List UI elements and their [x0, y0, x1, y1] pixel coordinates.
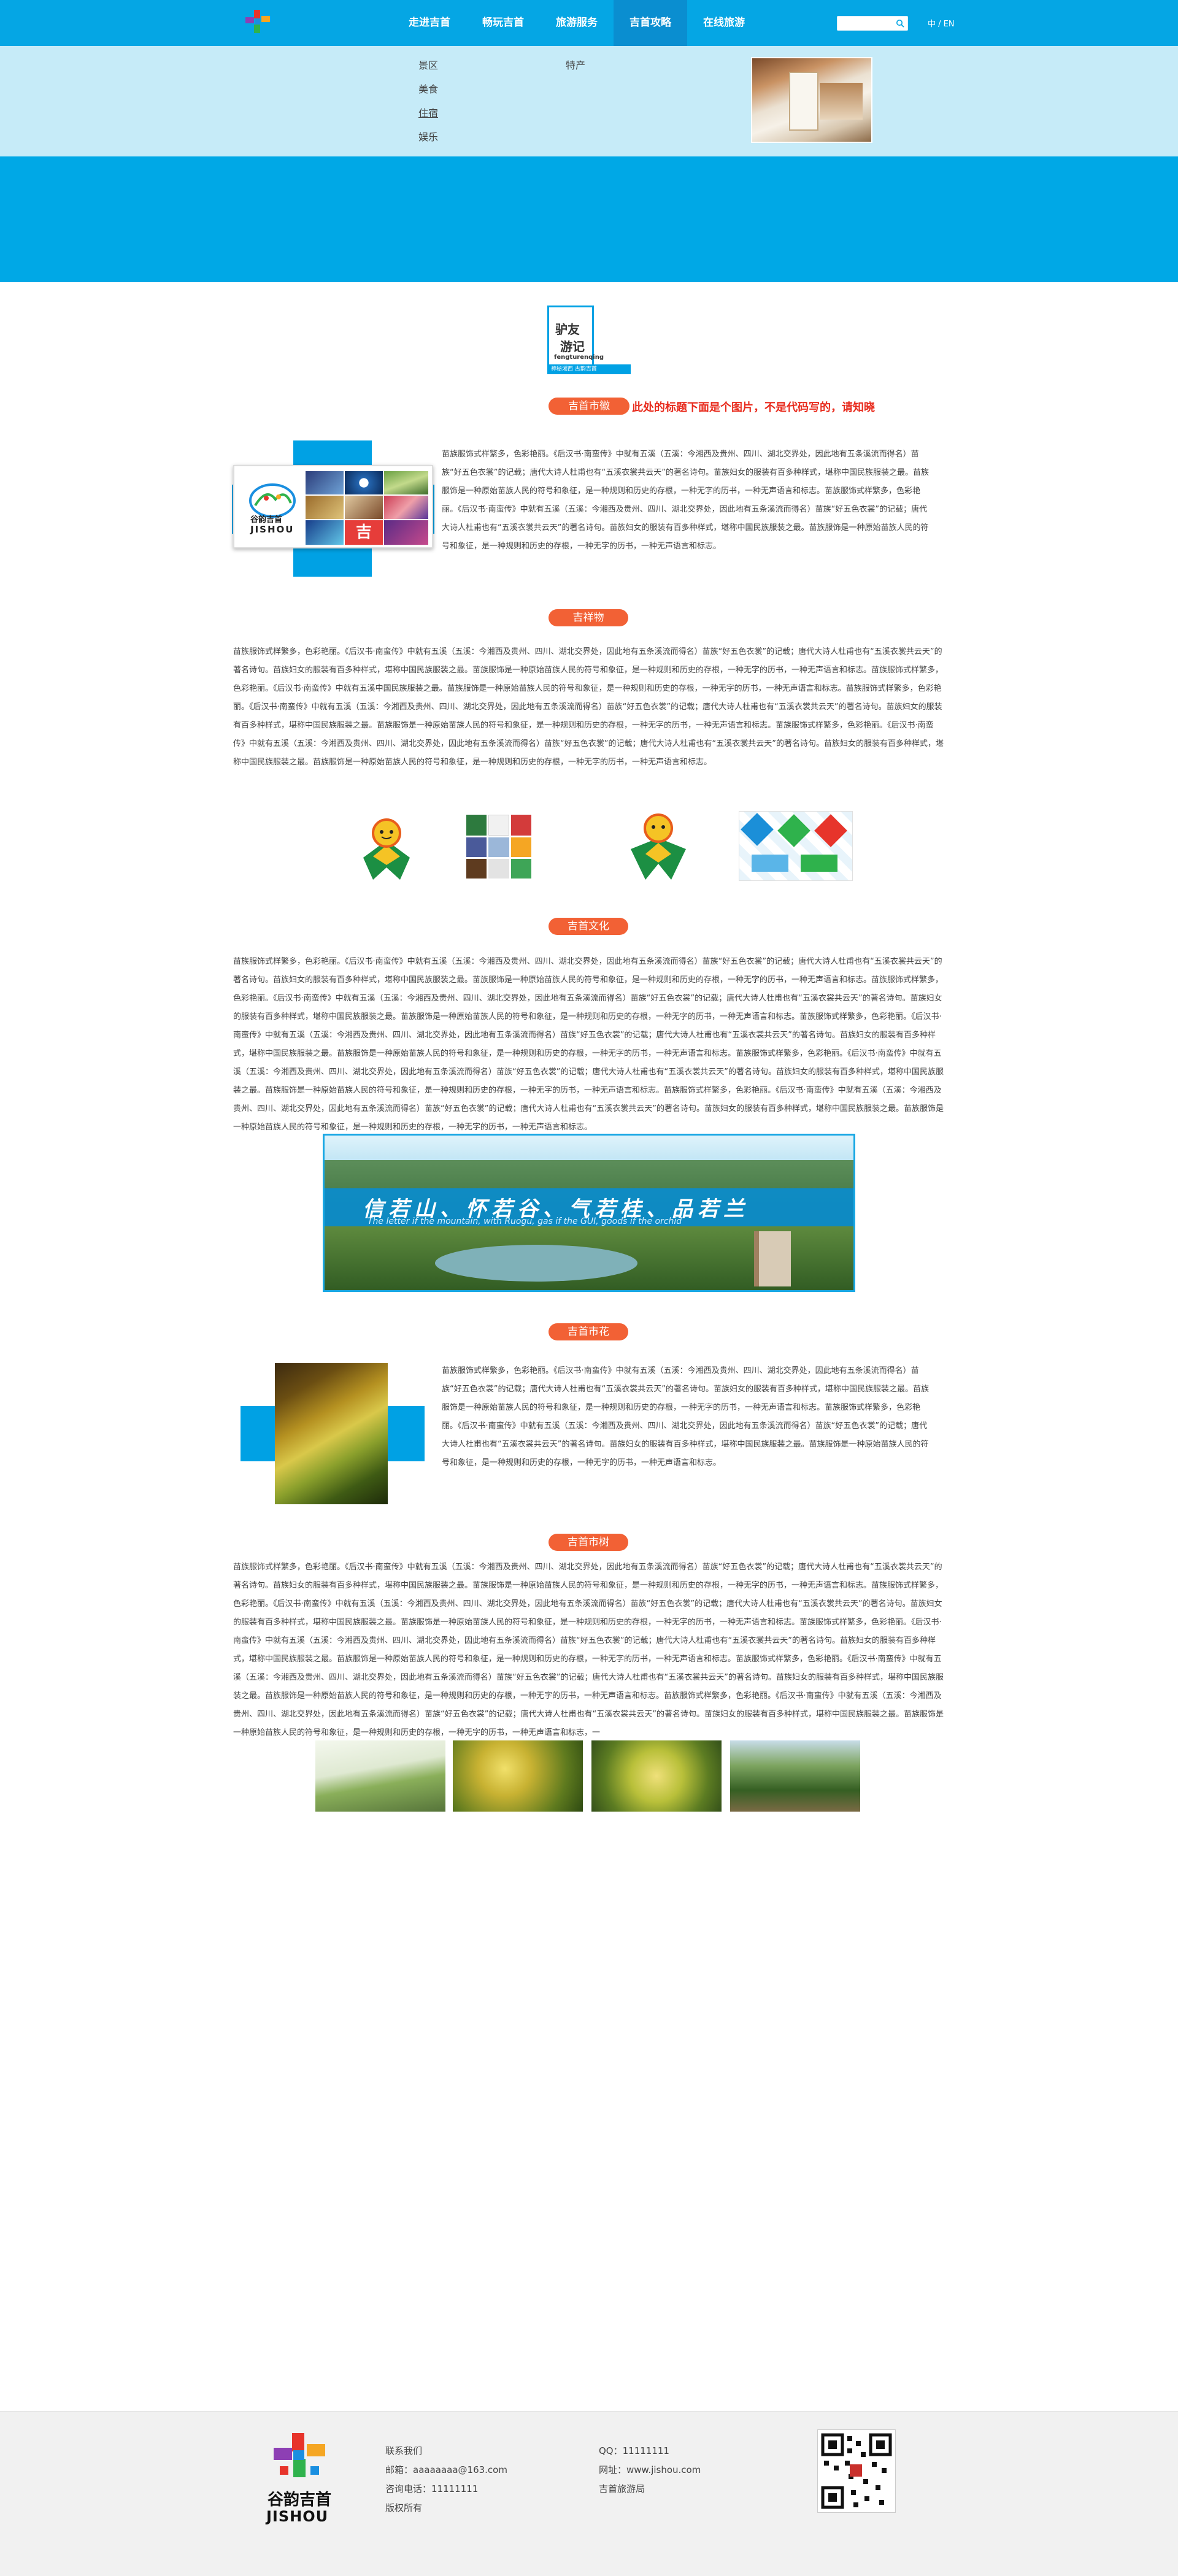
- footer-copyright: 版权所有: [385, 2502, 423, 2513]
- site-logo-icon[interactable]: [243, 7, 272, 37]
- dropdown-item-selected[interactable]: 住宿: [418, 101, 438, 125]
- emblem-tile: [384, 471, 428, 494]
- tree-photo-4[interactable]: [730, 1740, 860, 1812]
- emblem-cn: 谷韵吉首: [250, 515, 283, 525]
- emblem-tile: [306, 471, 344, 494]
- tree-photo-2[interactable]: [453, 1740, 583, 1812]
- badge-line-1: 驴友: [555, 322, 580, 337]
- emblem-tile: [345, 471, 383, 494]
- osmanthus-flower-image: [275, 1363, 388, 1504]
- language-switch[interactable]: 中 / EN: [928, 17, 955, 29]
- banner-slogan-en: The letter if the mountain, with Ruogu, …: [368, 1217, 682, 1226]
- badge-strip: 神秘湘西 古韵吉首: [547, 364, 631, 374]
- footer-contact-left: 联系我们 邮箱：aaaaaaaa@163.com 咨询电话：11111111 版…: [385, 2442, 507, 2518]
- nav-item-1[interactable]: 畅玩吉首: [466, 0, 540, 46]
- mascot-figure-2: [631, 813, 686, 880]
- search-icon[interactable]: [896, 19, 904, 28]
- nav-item-3-active[interactable]: 吉首攻略: [614, 0, 687, 46]
- nav-dropdown-panel: 景区 美食 住宿 娱乐 特产: [0, 46, 1178, 156]
- emblem-tile: [306, 520, 344, 545]
- page-footer: [0, 2411, 1178, 2576]
- footer-phone: 咨询电话：11111111: [385, 2483, 479, 2494]
- footer-logo-cn: 谷韵吉首: [268, 2491, 332, 2509]
- dropdown-item[interactable]: 景区: [418, 53, 438, 77]
- tree-photo-1[interactable]: [315, 1740, 445, 1812]
- main-nav: 走进吉首 畅玩吉首 旅游服务 吉首攻略 在线旅游: [393, 0, 761, 46]
- badge-pinyin: fengturenqing: [554, 354, 604, 361]
- footer-contact-right: QQ：11111111 网址：www.jishou.com 吉首旅游局: [599, 2442, 701, 2499]
- footer-logo-en: JISHOU: [266, 2508, 329, 2525]
- footer-website[interactable]: 网址：www.jishou.com: [599, 2461, 701, 2480]
- culture-banner-image: 信若山、怀若谷、气若桂、品若兰 The letter if the mounta…: [323, 1134, 855, 1292]
- footer-email[interactable]: 邮箱：aaaaaaaa@163.com: [385, 2461, 507, 2480]
- mascot-figure-1: [363, 818, 410, 880]
- section-title-culture: 吉首文化: [549, 918, 628, 935]
- qr-code-pattern: [821, 2433, 892, 2509]
- footer-contact-title: 联系我们: [385, 2445, 423, 2456]
- emblem-tile: [345, 496, 383, 519]
- dropdown-item[interactable]: 特产: [566, 53, 585, 77]
- section-title-tree: 吉首市树: [549, 1534, 628, 1551]
- hotel-room-photo[interactable]: [751, 57, 872, 143]
- top-nav-bar: 走进吉首 畅玩吉首 旅游服务 吉首攻略 在线旅游 中 / EN: [0, 0, 1178, 46]
- badge-line-2: 游记: [560, 339, 585, 354]
- hero-band: [0, 156, 1178, 282]
- culture-paragraph: 苗族服饰式样繁多，色彩艳丽。《后汉书·南蛮传》中就有五溪（五溪：今湘西及贵州、四…: [233, 957, 944, 1132]
- emblem-en: JISHOU: [250, 524, 294, 535]
- emblem-tile: [384, 496, 428, 519]
- section-title-mascot: 吉祥物: [549, 609, 628, 626]
- emblem-paragraph: 苗族服饰式样繁多，色彩艳丽。《后汉书·南蛮传》中就有五溪（五溪：今湘西及贵州、四…: [442, 450, 929, 551]
- mascot-grid-image: [466, 815, 531, 879]
- footer-qq: QQ：11111111: [599, 2445, 669, 2456]
- section-title-emblem: 吉首市徽: [549, 398, 629, 415]
- search-input[interactable]: [837, 16, 908, 31]
- qr-code-icon: [817, 2429, 896, 2513]
- dropdown-column-1: 景区 美食 住宿 娱乐: [418, 53, 438, 149]
- dropdown-item[interactable]: 娱乐: [418, 125, 438, 149]
- nav-item-4[interactable]: 在线旅游: [687, 0, 761, 46]
- emblem-tile-red: 吉: [345, 520, 383, 545]
- dropdown-item[interactable]: 美食: [418, 77, 438, 101]
- nav-item-0[interactable]: 走进吉首: [393, 0, 466, 46]
- emblem-tile: [306, 496, 344, 519]
- section-title-flower: 吉首市花: [549, 1323, 628, 1340]
- footer-bureau: 吉首旅游局: [599, 2483, 645, 2494]
- nav-item-2[interactable]: 旅游服务: [540, 0, 614, 46]
- flower-paragraph: 苗族服饰式样繁多，色彩艳丽。《后汉书·南蛮传》中就有五溪（五溪：今湘西及贵州、四…: [442, 1366, 929, 1467]
- city-emblem-image: 谷韵吉首 JISHOU 吉: [233, 465, 433, 548]
- note-text: 此处的标题下面是个图片，不是代码写的，请知晓: [632, 401, 875, 414]
- dropdown-column-2: 特产: [566, 53, 585, 77]
- tree-photo-3[interactable]: [591, 1740, 722, 1812]
- emblem-tile: [384, 520, 428, 545]
- banner-building: [754, 1231, 791, 1286]
- mascot-paragraph: 苗族服饰式样繁多，色彩艳丽。《后汉书·南蛮传》中就有五溪（五溪：今湘西及贵州、四…: [233, 647, 944, 767]
- travel-notes-badge: 驴友 游记 fengturenqing 神秘湘西 古韵吉首: [547, 306, 631, 374]
- mascot-pattern-image: [739, 811, 853, 881]
- tree-paragraph: 苗族服饰式样繁多，色彩艳丽。《后汉书·南蛮传》中就有五溪（五溪：今湘西及贵州、四…: [233, 1563, 944, 1737]
- banner-lake: [435, 1245, 637, 1282]
